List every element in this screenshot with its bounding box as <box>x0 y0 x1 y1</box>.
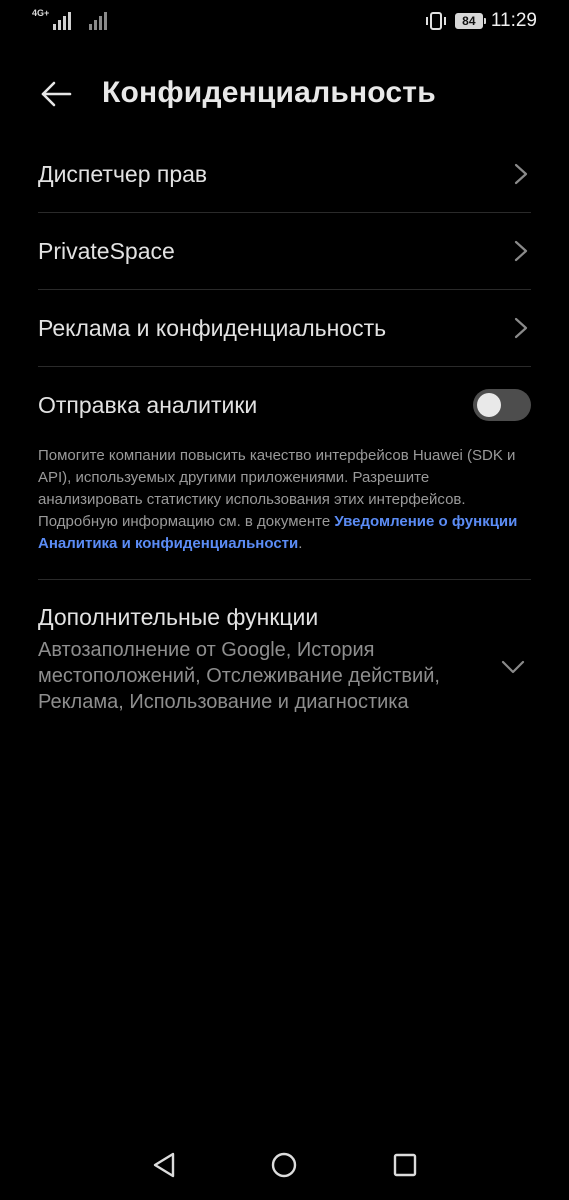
page-title: Конфиденциальность <box>102 76 436 109</box>
nav-recents-button[interactable] <box>388 1148 422 1182</box>
private-space-row[interactable]: PrivateSpace <box>38 213 531 290</box>
additional-features-section[interactable]: Дополнительные функции Автозаполнение от… <box>38 580 531 715</box>
analytics-description: Помогите компании повысить качество инте… <box>38 443 531 580</box>
chevron-right-icon <box>514 317 528 339</box>
ads-privacy-row[interactable]: Реклама и конфиденциальность <box>38 290 531 367</box>
analytics-description-end: . <box>298 535 303 552</box>
private-space-label: PrivateSpace <box>38 237 175 264</box>
square-recents-icon <box>393 1153 417 1177</box>
analytics-toggle[interactable] <box>473 389 531 421</box>
triangle-back-icon <box>153 1152 175 1178</box>
analytics-label: Отправка аналитики <box>38 391 258 418</box>
vibrate-icon <box>425 12 446 30</box>
status-left: 4G+ <box>30 8 109 30</box>
additional-features-title: Дополнительные функции <box>38 604 319 630</box>
nav-back-button[interactable] <box>147 1148 181 1182</box>
status-bar: 4G+ 84 11:29 <box>0 0 569 46</box>
chevron-right-icon <box>514 163 528 185</box>
status-right: 84 11:29 <box>425 10 537 32</box>
settings-list: Диспетчер прав PrivateSpace Реклама и ко… <box>38 136 531 715</box>
signal-strength-secondary-icon <box>89 12 108 30</box>
header: Конфиденциальность <box>0 62 569 126</box>
analytics-row: Отправка аналитики <box>38 367 531 443</box>
signal-strength-icon <box>53 12 72 30</box>
network-type-label: 4G+ <box>32 8 50 18</box>
nav-home-button[interactable] <box>267 1148 301 1182</box>
arrow-left-icon <box>41 81 72 107</box>
toggle-knob <box>477 393 501 417</box>
additional-features-subtitle: Автозаполнение от Google, История местоп… <box>38 639 440 713</box>
clock: 11:29 <box>490 10 537 31</box>
permission-manager-label: Диспетчер прав <box>38 160 208 187</box>
battery-level: 84 <box>462 14 476 28</box>
ads-privacy-label: Реклама и конфиденциальность <box>38 314 387 341</box>
circle-home-icon <box>271 1152 297 1178</box>
chevron-right-icon <box>514 240 528 262</box>
navigation-bar <box>0 1130 569 1200</box>
battery-tip <box>483 18 486 24</box>
chevron-down-icon[interactable] <box>501 660 525 674</box>
permission-manager-row[interactable]: Диспетчер прав <box>38 136 531 213</box>
back-button[interactable] <box>38 76 74 112</box>
battery-icon: 84 <box>454 13 486 29</box>
